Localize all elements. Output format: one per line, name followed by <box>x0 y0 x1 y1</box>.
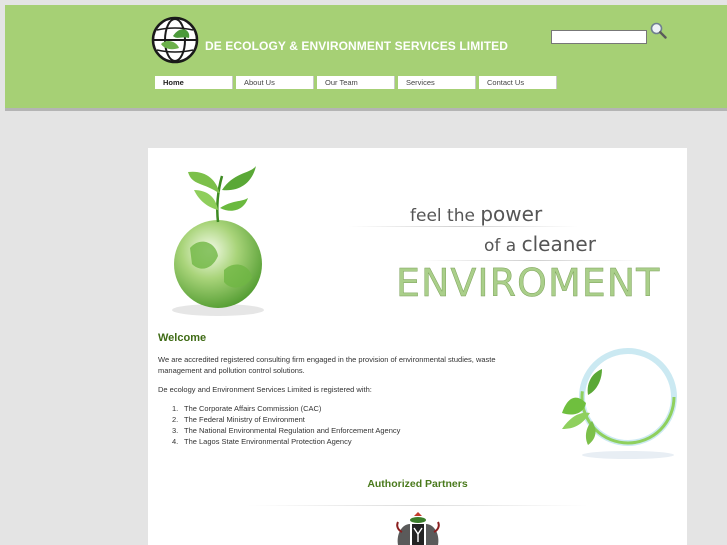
nav-about-us[interactable]: About Us <box>236 76 314 89</box>
banner-tagline: feel the power of a cleaner ENVIROMENT <box>338 196 661 316</box>
globe-logo-icon[interactable] <box>151 16 199 64</box>
list-item: 2. The Federal Ministry of Environment <box>172 415 305 424</box>
green-globe-plant-icon <box>172 166 264 316</box>
registration-list: 1. The Corporate Affairs Commission (CAC)… <box>158 403 400 447</box>
intro-paragraph: We are accredited registered consulting … <box>158 355 496 375</box>
tagline-divider <box>348 226 578 227</box>
leaf-ring-icon <box>562 348 677 459</box>
nav-our-team[interactable]: Our Team <box>317 76 395 89</box>
registered-paragraph: De ecology and Environment Services Limi… <box>158 385 372 394</box>
tagline-line-2: of a cleaner <box>484 232 596 256</box>
tagline-line-3: ENVIROMENT <box>396 261 661 306</box>
nav-services[interactable]: Services <box>398 76 476 89</box>
partners-divider <box>248 505 588 506</box>
search-input[interactable] <box>551 30 647 44</box>
list-item: 4. The Lagos State Environmental Protecti… <box>172 437 352 446</box>
main-content: feel the power of a cleaner ENVIROMENT W… <box>148 148 687 545</box>
nigeria-coat-of-arms-icon <box>396 512 440 545</box>
magnifier-icon[interactable] <box>650 22 667 39</box>
partners-heading: Authorized Partners <box>367 478 468 490</box>
nav-contact-us[interactable]: Contact Us <box>479 76 557 89</box>
list-item: 3. The National Environmental Regulation … <box>172 426 401 435</box>
list-item: 1. The Corporate Affairs Commission (CAC) <box>172 404 322 413</box>
site-title: DE ECOLOGY & ENVIRONMENT SERVICES LIMITE… <box>205 39 509 53</box>
nav-home[interactable]: Home <box>155 76 233 89</box>
site-header: DE ECOLOGY & ENVIRONMENT SERVICES LIMITE… <box>5 5 727 111</box>
tagline-line-1: feel the power <box>410 202 543 226</box>
welcome-heading: Welcome <box>158 332 207 344</box>
